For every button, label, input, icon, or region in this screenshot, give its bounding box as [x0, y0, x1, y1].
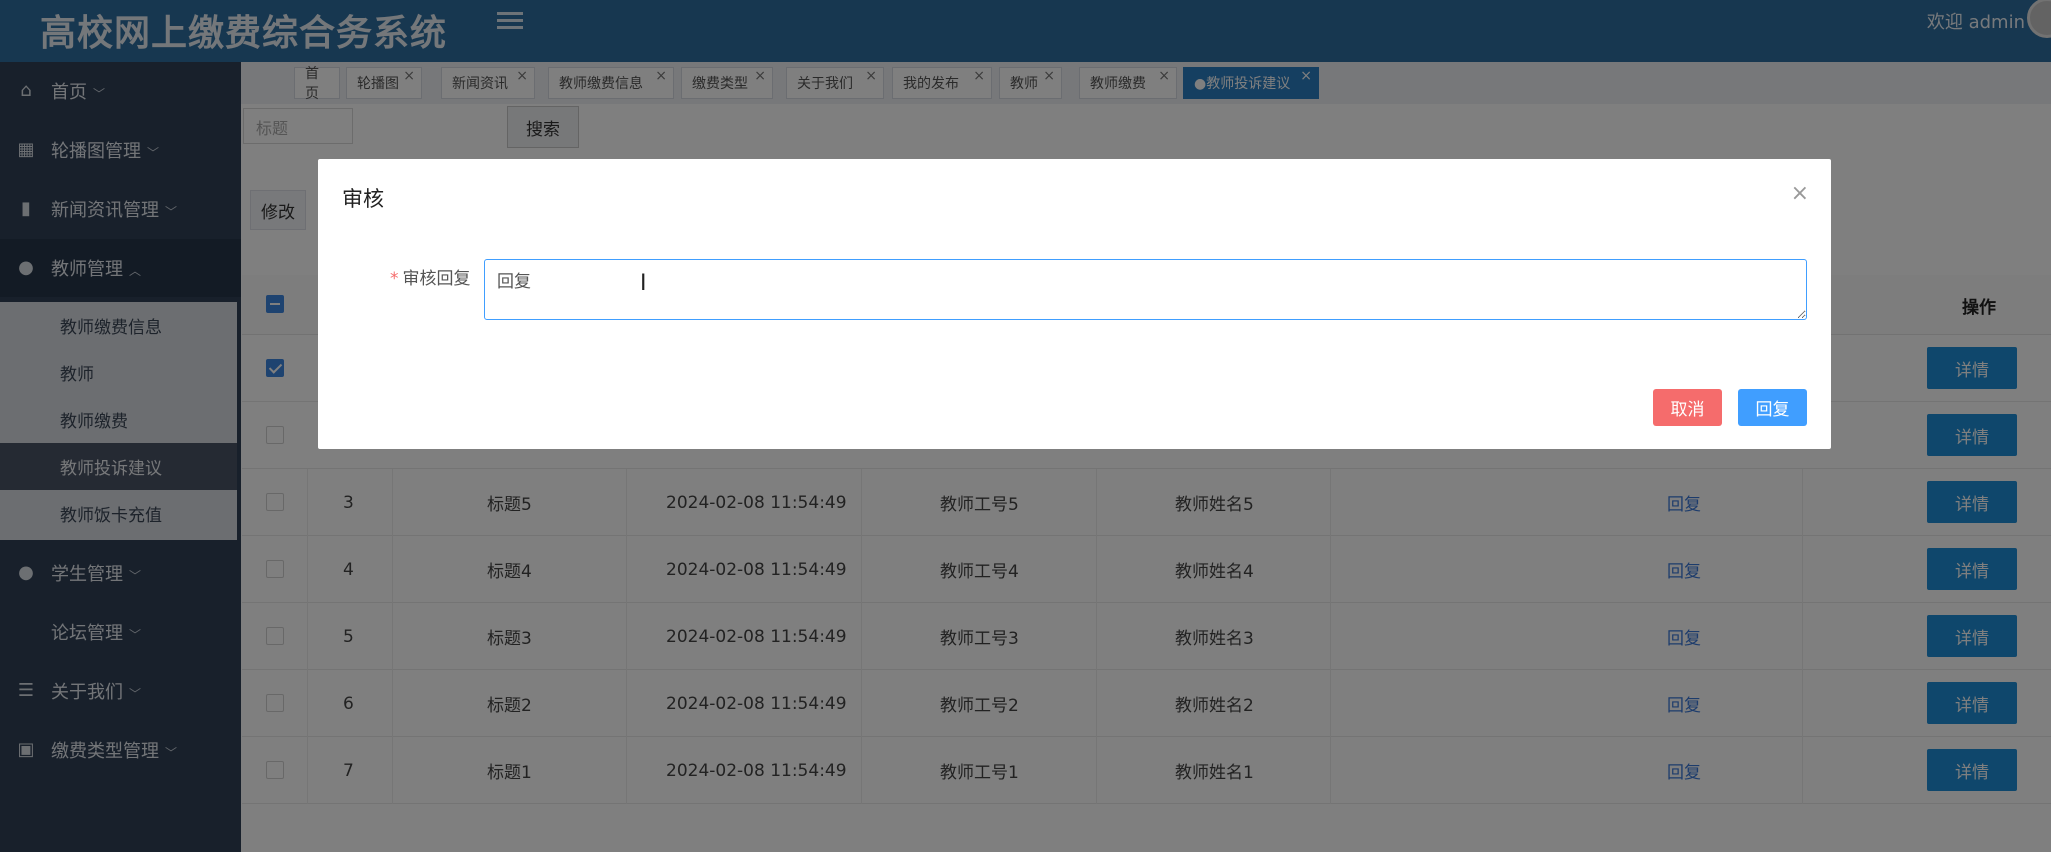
dialog-title: 审核	[342, 187, 384, 211]
review-dialog: 审核 × * 审核回复 回复 I 取消 回复	[318, 159, 1831, 449]
cancel-button[interactable]: 取消	[1653, 389, 1722, 426]
close-icon[interactable]: ×	[1791, 181, 1809, 206]
reply-field-label-text: 审核回复	[402, 269, 471, 289]
reply-field-label: * 审核回复	[390, 264, 471, 289]
text-cursor-icon: I	[640, 271, 647, 296]
reply-submit-button[interactable]: 回复	[1738, 389, 1807, 426]
reply-textarea[interactable]: 回复	[484, 259, 1807, 320]
required-mark: *	[390, 269, 399, 289]
